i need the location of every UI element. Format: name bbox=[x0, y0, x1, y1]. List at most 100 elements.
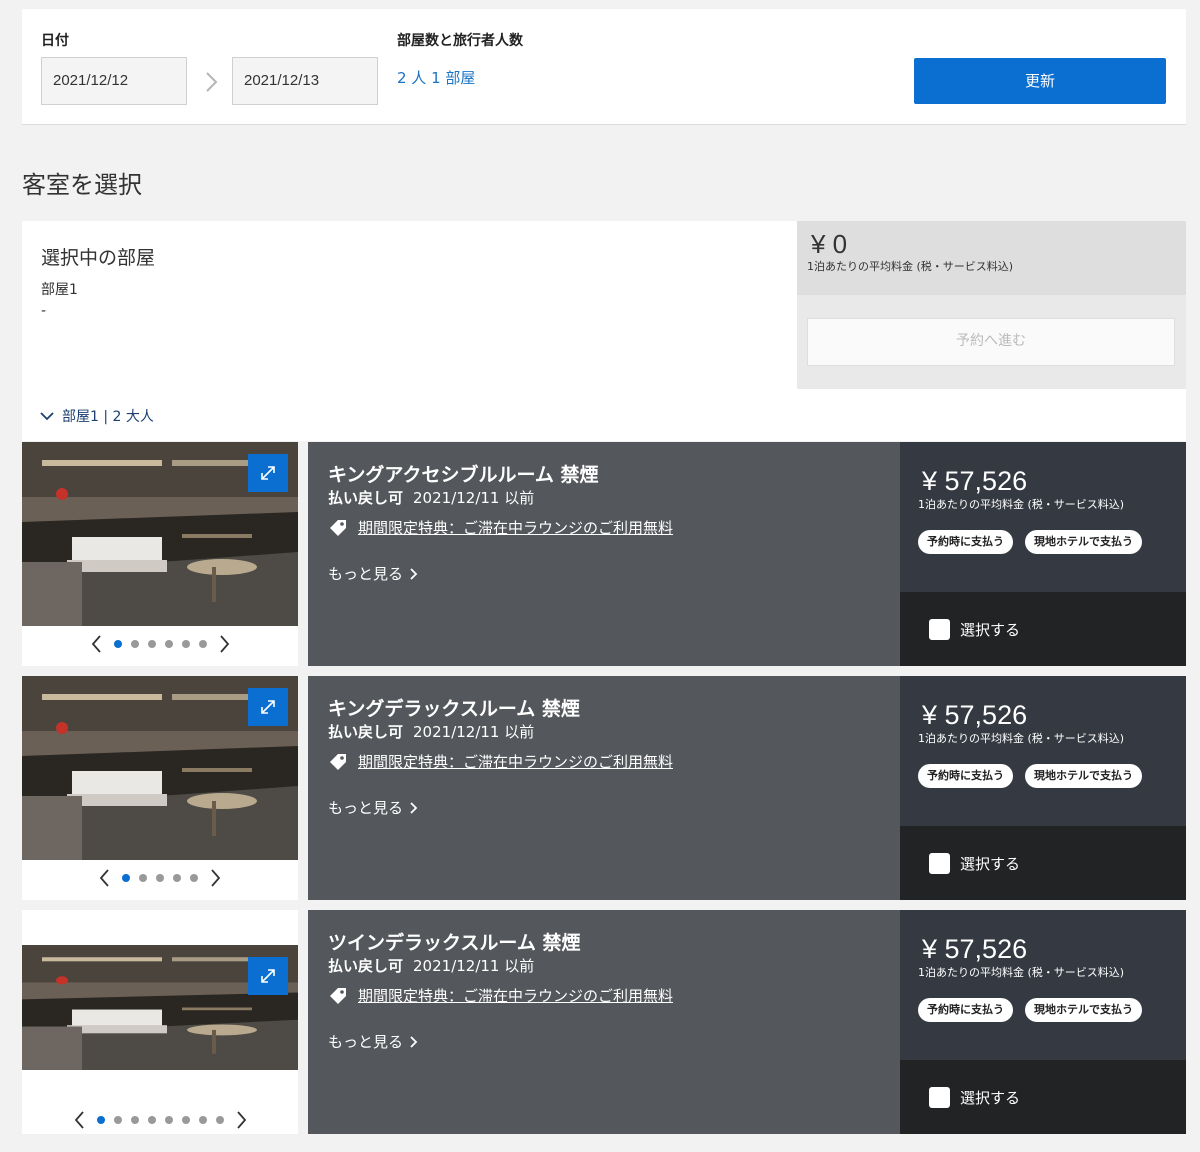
perk: 期間限定特典：ご滞在中ラウンジのご利用無料 bbox=[328, 517, 673, 538]
chevron-right-icon[interactable] bbox=[207, 868, 223, 888]
carousel-dot[interactable] bbox=[181, 640, 190, 648]
carousel-dots bbox=[96, 1116, 224, 1124]
room-info-panel: キングアクセシブルルーム 禁煙 払い戻し可 2021/12/11 以前 期間限定特… bbox=[308, 442, 900, 666]
room-group-toggle[interactable]: 部屋1 | 2 大人 bbox=[40, 406, 154, 426]
summary-room-value: - bbox=[41, 303, 47, 319]
carousel-dot[interactable] bbox=[156, 874, 164, 882]
pay-at-hotel-badge[interactable]: 現地ホテルで支払う bbox=[1025, 530, 1142, 554]
chevron-down-icon bbox=[40, 412, 54, 421]
room-photo bbox=[22, 442, 298, 626]
room-price: ¥ 57,526 bbox=[922, 934, 1028, 964]
refund-policy: 払い戻し可 2021/12/11 以前 bbox=[328, 955, 534, 976]
chevron-right-icon bbox=[410, 1035, 418, 1048]
refund-label: 払い戻し可 bbox=[328, 957, 404, 975]
perk: 期間限定特典：ご滞在中ラウンジのご利用無料 bbox=[328, 751, 673, 772]
checkin-date-field[interactable]: 2021/12/12 bbox=[41, 57, 187, 105]
summary-price-area: ¥ 0 1泊あたりの平均料金 (税・サービス料込) bbox=[797, 221, 1186, 295]
carousel-dot[interactable] bbox=[147, 640, 156, 648]
room-name: キングアクセシブルルーム 禁煙 bbox=[328, 464, 599, 486]
chevron-right-icon[interactable] bbox=[233, 1110, 249, 1130]
guests-rooms-link[interactable]: 2 人 1 部屋 bbox=[397, 67, 475, 88]
room-price-panel: ¥ 57,526 1泊あたりの平均料金 (税・サービス料込) 予約時に支払う 現… bbox=[900, 442, 1186, 592]
tag-icon bbox=[330, 753, 346, 770]
photo-carousel bbox=[22, 634, 298, 654]
room-group-label: 部屋1 | 2 大人 bbox=[62, 409, 154, 425]
pay-now-badge[interactable]: 予約時に支払う bbox=[918, 530, 1013, 554]
select-room-toggle[interactable]: 選択する bbox=[900, 826, 1186, 900]
pay-now-badge[interactable]: 予約時に支払う bbox=[918, 764, 1013, 788]
carousel-dot[interactable] bbox=[113, 1116, 122, 1124]
carousel-dot[interactable] bbox=[122, 874, 130, 882]
checkout-date-field[interactable]: 2021/12/13 bbox=[232, 57, 378, 105]
carousel-dot[interactable] bbox=[139, 874, 147, 882]
refund-date: 2021/12/11 以前 bbox=[413, 489, 535, 507]
carousel-dots bbox=[113, 640, 207, 648]
refund-label: 払い戻し可 bbox=[328, 723, 404, 741]
room-price-note: 1泊あたりの平均料金 (税・サービス料込) bbox=[918, 966, 1125, 979]
pay-now-badge[interactable]: 予約時に支払う bbox=[918, 998, 1013, 1022]
summary-room-label: 部屋1 bbox=[41, 282, 78, 298]
perk-link[interactable]: 期間限定特典：ご滞在中ラウンジのご利用無料 bbox=[358, 517, 673, 538]
carousel-dot[interactable] bbox=[181, 1116, 190, 1124]
room-name: キングデラックスルーム 禁煙 bbox=[328, 698, 580, 720]
show-more-link[interactable]: もっと見る bbox=[328, 563, 419, 584]
summary-heading: 選択中の部屋 bbox=[41, 247, 156, 269]
expand-photo-button[interactable] bbox=[248, 957, 288, 995]
chevron-right-icon bbox=[410, 801, 418, 814]
carousel-dot[interactable] bbox=[198, 1116, 207, 1124]
photo-carousel bbox=[22, 868, 298, 888]
pay-at-hotel-badge[interactable]: 現地ホテルで支払う bbox=[1025, 998, 1142, 1022]
summary-total-price: ¥ 0 bbox=[811, 229, 848, 259]
chevron-right-icon[interactable] bbox=[216, 634, 232, 654]
show-more-link[interactable]: もっと見る bbox=[328, 1031, 419, 1052]
chevron-left-icon[interactable] bbox=[89, 634, 105, 654]
expand-icon bbox=[261, 969, 275, 983]
carousel-dot[interactable] bbox=[198, 640, 207, 648]
carousel-dot[interactable] bbox=[147, 1116, 156, 1124]
proceed-to-booking-button[interactable]: 予約へ進む bbox=[807, 318, 1175, 366]
carousel-dot[interactable] bbox=[96, 1116, 105, 1124]
select-room-checkbox[interactable] bbox=[929, 852, 950, 874]
room-card: キングデラックスルーム 禁煙 払い戻し可 2021/12/11 以前 期間限定特典… bbox=[22, 676, 1186, 900]
update-button[interactable]: 更新 bbox=[914, 58, 1166, 104]
carousel-dot[interactable] bbox=[164, 1116, 173, 1124]
carousel-dot[interactable] bbox=[190, 874, 198, 882]
perk-link[interactable]: 期間限定特典：ご滞在中ラウンジのご利用無料 bbox=[358, 985, 673, 1006]
search-bar: 日付 2021/12/12 2021/12/13 部屋数と旅行者人数 2 人 1… bbox=[22, 9, 1186, 125]
select-room-checkbox[interactable] bbox=[929, 1086, 950, 1108]
expand-icon bbox=[261, 466, 275, 480]
refund-date: 2021/12/11 以前 bbox=[413, 723, 535, 741]
carousel-dot[interactable] bbox=[113, 640, 122, 648]
carousel-dot[interactable] bbox=[130, 1116, 139, 1124]
room-card: ツインデラックスルーム 禁煙 払い戻し可 2021/12/11 以前 期間限定特典… bbox=[22, 910, 1186, 1134]
room-name: ツインデラックスルーム 禁煙 bbox=[328, 932, 581, 954]
perk: 期間限定特典：ご滞在中ラウンジのご利用無料 bbox=[328, 985, 673, 1006]
tag-icon bbox=[330, 519, 346, 536]
select-room-toggle[interactable]: 選択する bbox=[900, 592, 1186, 666]
room-price-note: 1泊あたりの平均料金 (税・サービス料込) bbox=[918, 732, 1125, 745]
photo-carousel bbox=[22, 1110, 298, 1130]
show-more-link[interactable]: もっと見る bbox=[328, 797, 419, 818]
show-more-label: もっと見る bbox=[328, 799, 404, 817]
expand-photo-button[interactable] bbox=[248, 688, 288, 726]
carousel-dot[interactable] bbox=[164, 640, 173, 648]
carousel-dot[interactable] bbox=[130, 640, 139, 648]
perk-link[interactable]: 期間限定特典：ご滞在中ラウンジのご利用無料 bbox=[358, 751, 673, 772]
carousel-dot[interactable] bbox=[215, 1116, 224, 1124]
room-info-panel: キングデラックスルーム 禁煙 払い戻し可 2021/12/11 以前 期間限定特典… bbox=[308, 676, 900, 900]
carousel-dot[interactable] bbox=[173, 874, 181, 882]
select-room-checkbox[interactable] bbox=[929, 618, 950, 640]
guests-label: 部屋数と旅行者人数 bbox=[397, 33, 523, 49]
room-price: ¥ 57,526 bbox=[922, 700, 1028, 730]
room-price-note: 1泊あたりの平均料金 (税・サービス料込) bbox=[918, 498, 1125, 511]
summary-checkout-panel: ¥ 0 1泊あたりの平均料金 (税・サービス料込) 予約へ進む bbox=[797, 221, 1186, 389]
expand-photo-button[interactable] bbox=[248, 454, 288, 492]
refund-date: 2021/12/11 以前 bbox=[413, 957, 535, 975]
refund-policy: 払い戻し可 2021/12/11 以前 bbox=[328, 721, 534, 742]
chevron-left-icon[interactable] bbox=[72, 1110, 88, 1130]
chevron-left-icon[interactable] bbox=[97, 868, 113, 888]
select-room-toggle[interactable]: 選択する bbox=[900, 1060, 1186, 1134]
pay-at-hotel-badge[interactable]: 現地ホテルで支払う bbox=[1025, 764, 1142, 788]
tag-icon bbox=[330, 987, 346, 1004]
date-label: 日付 bbox=[41, 33, 69, 49]
